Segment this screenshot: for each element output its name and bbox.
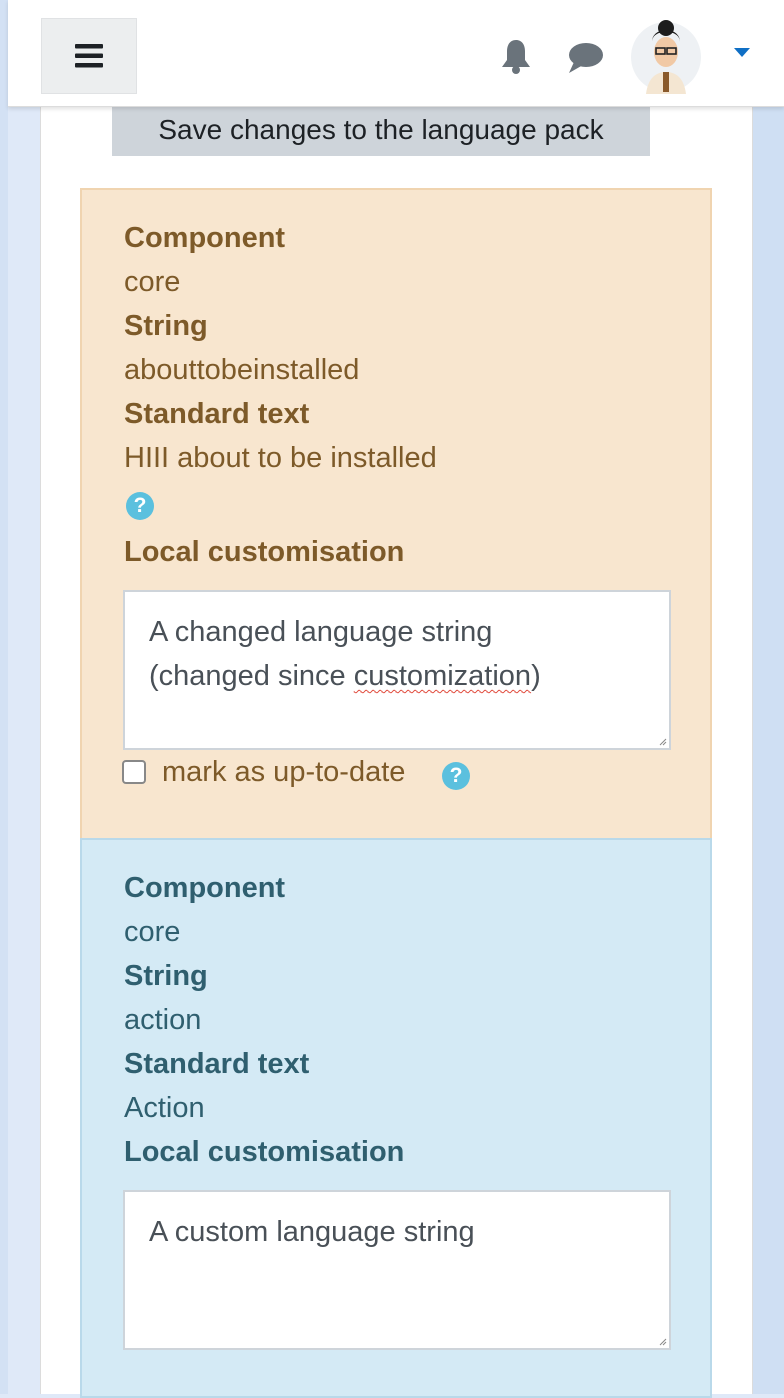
left-margin bbox=[0, 0, 8, 1394]
local-customisation-label: Local customisation bbox=[124, 1136, 405, 1168]
user-avatar[interactable] bbox=[630, 20, 702, 94]
misspelled-word: customization bbox=[353, 660, 532, 692]
string-id-value: action bbox=[124, 1004, 202, 1036]
resize-grip-icon[interactable] bbox=[659, 1338, 667, 1346]
standard-text-value: HIII about to be installed bbox=[124, 442, 437, 474]
resize-grip-icon[interactable] bbox=[659, 738, 667, 746]
string-panel-abouttobeinstalled: Component core String abouttobeinstalled… bbox=[80, 188, 712, 840]
local-customisation-textarea[interactable]: A custom language string bbox=[123, 1190, 671, 1350]
string-label: String bbox=[124, 310, 208, 342]
component-value: core bbox=[124, 916, 181, 948]
standard-text-value: Action bbox=[124, 1092, 205, 1124]
local-customisation-textarea[interactable]: A changed language string (changed since… bbox=[123, 590, 671, 750]
help-icon[interactable]: ? bbox=[126, 492, 154, 520]
component-value: core bbox=[124, 266, 181, 298]
string-id-value: abouttobeinstalled bbox=[124, 354, 360, 386]
string-label: String bbox=[124, 960, 208, 992]
local-customisation-label: Local customisation bbox=[124, 536, 405, 568]
standard-text-label: Standard text bbox=[124, 398, 310, 430]
drawer-toggle-button[interactable] bbox=[41, 18, 137, 94]
top-navbar bbox=[8, 0, 784, 107]
component-label: Component bbox=[124, 872, 286, 904]
standard-text-label: Standard text bbox=[124, 1048, 310, 1080]
mark-uptodate-checkbox[interactable] bbox=[122, 760, 146, 784]
uptodate-help-icon[interactable]: ? bbox=[442, 762, 470, 790]
hamburger-icon bbox=[75, 44, 103, 68]
chat-bubble-icon[interactable] bbox=[566, 40, 606, 76]
mark-uptodate-label[interactable]: mark as up-to-date bbox=[162, 756, 405, 789]
right-margin bbox=[752, 0, 784, 1394]
component-label: Component bbox=[124, 222, 286, 254]
bell-icon[interactable] bbox=[498, 38, 534, 76]
caret-down-icon[interactable] bbox=[734, 48, 750, 58]
string-panel-action: Component core String action Standard te… bbox=[80, 838, 712, 1398]
